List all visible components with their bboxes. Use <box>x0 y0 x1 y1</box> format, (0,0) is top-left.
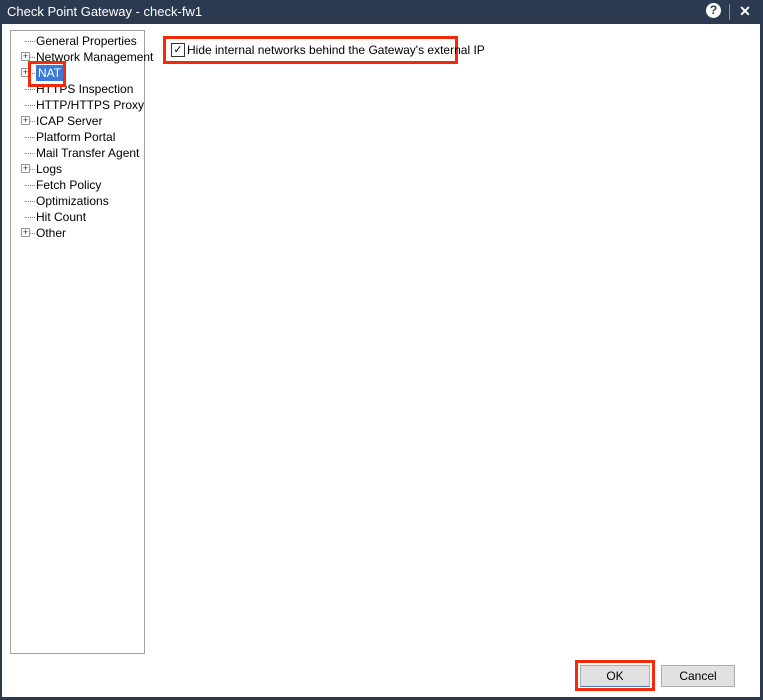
tree-item-hit-count[interactable]: Hit Count <box>11 209 141 225</box>
tree-connector <box>25 105 35 106</box>
tree-item-icap-server[interactable]: + ICAP Server <box>11 113 141 129</box>
tree-connector <box>25 217 35 218</box>
tree-item-label: HTTP/HTTPS Proxy <box>36 98 145 112</box>
nat-highlight <box>28 61 66 87</box>
tree-connector <box>25 89 35 90</box>
window-title: Check Point Gateway - check-fw1 <box>7 4 203 19</box>
hide-internal-label[interactable]: Hide internal networks behind the Gatewa… <box>187 43 485 57</box>
tree-item-label: Fetch Policy <box>36 178 102 192</box>
tree-connector <box>25 41 35 42</box>
tree-connector <box>25 185 35 186</box>
help-icon[interactable]: ? <box>706 3 721 18</box>
expand-icon[interactable]: + <box>21 116 30 125</box>
tree-item-other[interactable]: + Other <box>11 225 141 241</box>
hide-internal-checkbox[interactable]: ✓ <box>171 43 185 57</box>
navigation-tree[interactable]: General Properties + Network Management + NA… <box>10 30 153 654</box>
tree-connector <box>25 201 35 202</box>
tree-item-platform-portal[interactable]: Platform Portal <box>11 129 141 145</box>
tree-item-label: Hit Count <box>36 210 87 224</box>
expand-icon[interactable]: + <box>21 228 30 237</box>
close-icon[interactable]: ✕ <box>737 3 753 19</box>
title-separator <box>729 4 730 20</box>
ok-button[interactable]: OK <box>580 665 650 687</box>
tree-item-label: Other <box>36 226 67 240</box>
tree-item-label: Logs <box>36 162 63 176</box>
expand-icon[interactable]: + <box>21 52 30 61</box>
tree-item-label: Mail Transfer Agent <box>36 146 140 160</box>
tree-item-optimizations[interactable]: Optimizations <box>11 193 141 209</box>
tree-item-general-properties[interactable]: General Properties <box>11 33 141 49</box>
tree-item-label: ICAP Server <box>36 114 103 128</box>
cancel-button[interactable]: Cancel <box>661 665 735 687</box>
tree-item-fetch-policy[interactable]: Fetch Policy <box>11 177 141 193</box>
tree-connector <box>25 137 35 138</box>
tree-item-label: General Properties <box>36 34 137 48</box>
tree-item-logs[interactable]: + Logs <box>11 161 141 177</box>
tree-item-label: Platform Portal <box>36 130 116 144</box>
tree-item-label: Optimizations <box>36 194 109 208</box>
tree-connector <box>25 153 35 154</box>
tree-item-http-https-proxy[interactable]: HTTP/HTTPS Proxy <box>11 97 145 113</box>
tree-item-mail-transfer-agent[interactable]: Mail Transfer Agent <box>11 145 141 161</box>
expand-icon[interactable]: + <box>21 164 30 173</box>
